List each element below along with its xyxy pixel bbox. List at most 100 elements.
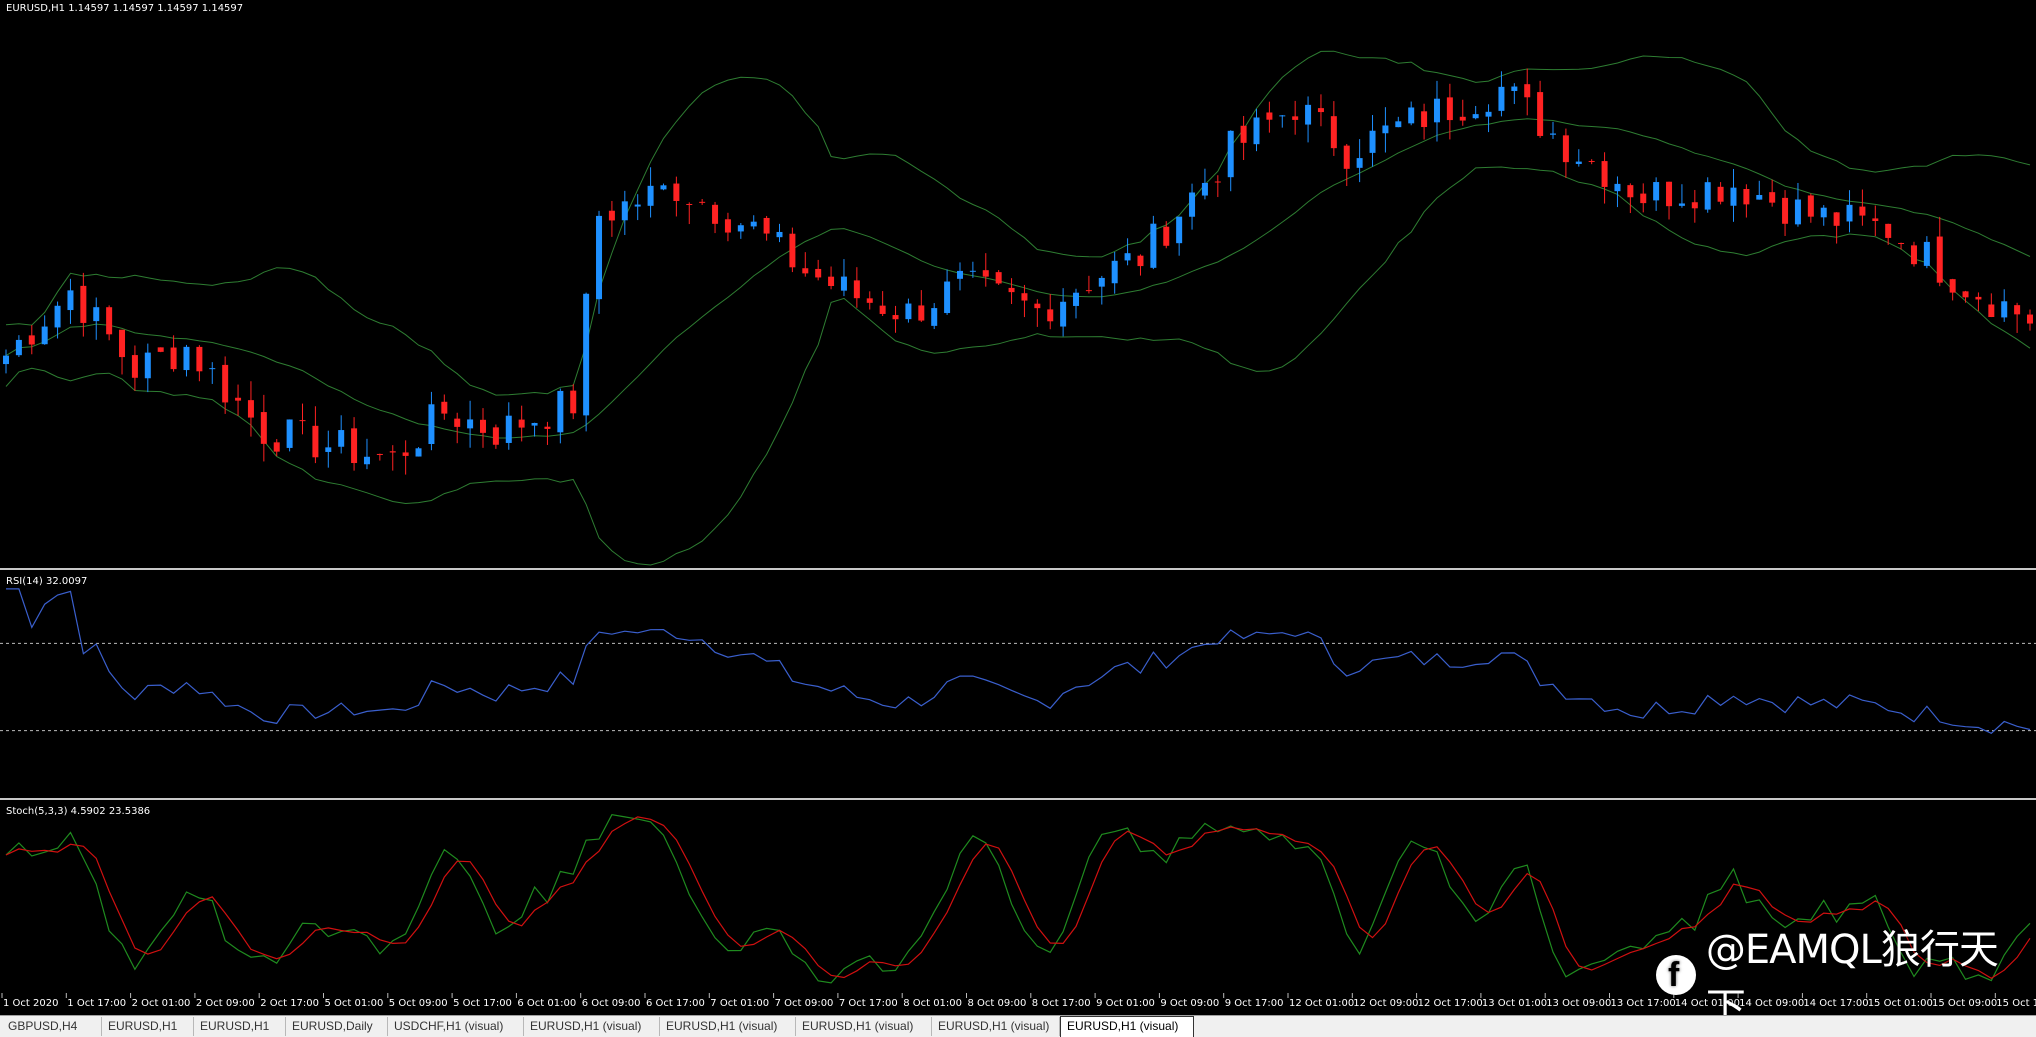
candle-body [28,335,35,345]
candle-body [131,355,138,378]
tab-label: EURUSD,H1 (visual) [802,1019,914,1033]
time-axis-label: 8 Oct 01:00 [903,998,962,1009]
candle-body [866,298,873,303]
candle-body [1124,253,1131,261]
candle-body [1343,145,1350,169]
time-axis-label: 8 Oct 17:00 [1032,998,1091,1009]
chart-area[interactable]: 1 Oct 2020 1 Oct 17:00 2 Oct 01:00 2 Oct 09… [0,0,2036,1015]
tab-eurusd-h1-visual-3[interactable]: EURUSD,H1 (visual) [796,1017,932,1036]
candle-body [54,305,61,328]
tab-eurusd-h1-visual-active[interactable]: EURUSD,H1 (visual) [1060,1016,1194,1037]
candle-body [1060,301,1067,327]
candle-body [1691,202,1698,209]
candle-body [363,456,370,465]
candle-body [1253,117,1260,145]
candle-body [41,326,48,345]
candle-body [776,231,783,238]
candle-body [15,339,22,356]
candle-body [1537,92,1544,136]
candle-body [982,270,989,277]
time-axis-label: 13 Oct 01:00 [1482,998,1547,1009]
candle-body [1859,206,1866,216]
candle-body [196,346,203,372]
tab-eurusd-h1-visual-2[interactable]: EURUSD,H1 (visual) [660,1017,796,1036]
candle-body [1266,112,1273,120]
time-axis-label: 2 Oct 09:00 [196,998,255,1009]
candle-body [1756,195,1763,200]
candle-body [1769,192,1776,203]
candle-body [956,270,963,279]
tab-gbpusd-h4[interactable]: GBPUSD,H4 [2,1017,102,1036]
candle-body [1717,186,1724,202]
candle-body [1369,130,1376,153]
candle-body [1678,203,1685,206]
candle-body [1047,309,1054,322]
candle-body [1330,116,1337,149]
candle-body [647,185,654,206]
tab-usdchf-h1-visual[interactable]: USDCHF,H1 (visual) [388,1017,524,1036]
tab-eurusd-h1-1[interactable]: EURUSD,H1 [102,1017,194,1036]
candle-body [1846,204,1853,222]
time-axis-label: 7 Oct 09:00 [775,998,834,1009]
candle-body [1279,115,1286,117]
time-axis-label: 6 Oct 01:00 [517,998,576,1009]
candle-body [1240,125,1247,143]
candle-body [686,203,693,205]
facebook-icon: f [1656,955,1696,995]
time-axis-label: 5 Oct 01:00 [325,998,384,1009]
candle-body [1666,181,1673,207]
candle-body [1485,111,1492,117]
candle-body [763,217,770,234]
candle-body [260,412,267,444]
candle-body [892,315,899,320]
candle-body [467,419,474,429]
candle-body [1227,130,1234,178]
candle-body [1872,218,1879,221]
candle-body [1782,197,1789,224]
candle-body [1137,255,1144,267]
candle-body [209,368,216,370]
candle-body [673,183,680,201]
candle-body [737,225,744,232]
candle-body [1910,245,1917,265]
rsi-panel-label: RSI(14) 32.0097 [6,576,87,587]
candle-body [853,280,860,299]
candle-body [492,427,499,445]
tab-eurusd-h1-visual-1[interactable]: EURUSD,H1 (visual) [524,1017,660,1036]
candle-body [144,352,151,379]
tab-label: EURUSD,H1 [108,1019,178,1033]
candle-body [106,307,113,335]
tab-label: EURUSD,H1 (visual) [530,1019,642,1033]
candle-body [1382,125,1389,134]
candle-body [1588,160,1595,162]
candle-body [557,390,564,433]
tab-eurusd-daily[interactable]: EURUSD,Daily [286,1017,388,1036]
time-axis-label: 12 Oct 09:00 [1353,998,1418,1009]
time-axis-label: 5 Oct 17:00 [453,998,512,1009]
candle-body [1627,185,1634,198]
candle-body [1949,279,1956,293]
tab-eurusd-h1-2[interactable]: EURUSD,H1 [194,1017,286,1036]
candle-body [1421,111,1428,128]
candle-body [1975,296,1982,300]
tab-label: EURUSD,H1 [200,1019,270,1033]
tab-label: EURUSD,Daily [292,1019,373,1033]
candle-body [570,390,577,414]
candle-body [1073,292,1080,306]
candle-body [1923,241,1930,266]
candle-body [428,404,435,445]
candle-body [879,305,886,314]
candle-body [1550,133,1557,135]
candle-body [1511,86,1518,91]
candle-body [119,329,126,358]
stoch-panel-label: Stoch(5,3,3) 4.5902 23.5386 [6,806,150,817]
candle-body [170,347,177,370]
candle-body [931,308,938,326]
time-axis-label: 5 Oct 09:00 [389,998,448,1009]
candle-body [351,428,358,464]
candle-body [802,268,809,274]
candle-body [1794,199,1801,225]
time-axis-label: 12 Oct 17:00 [1418,998,1483,1009]
time-axis-label: 8 Oct 09:00 [968,998,1027,1009]
tab-eurusd-h1-visual-4[interactable]: EURUSD,H1 (visual) [932,1017,1060,1036]
